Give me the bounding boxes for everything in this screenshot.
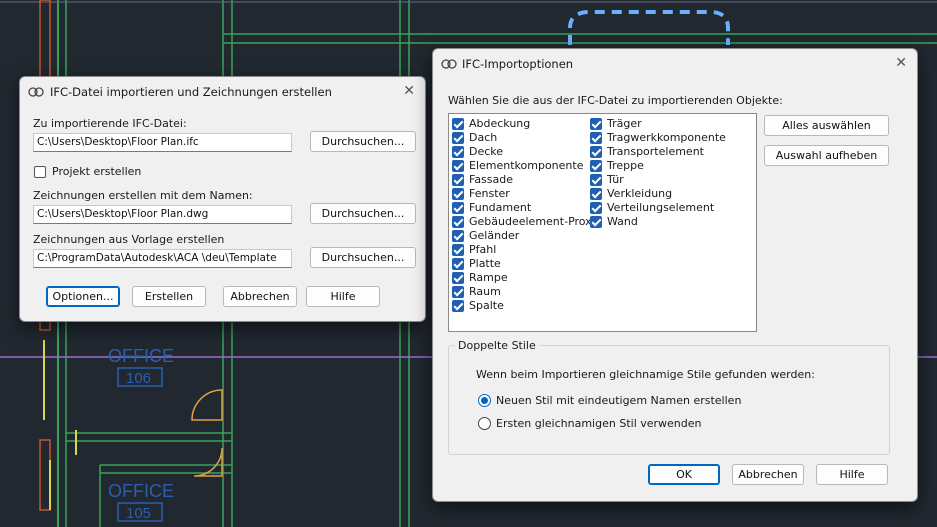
object-label: Gebäudeelement-Proxy	[469, 215, 599, 228]
object-label: Platte	[469, 257, 501, 270]
ifc-options-dialog: IFC-Importoptionen ✕ Wählen Sie die aus …	[432, 48, 918, 502]
object-label: Verkleidung	[607, 187, 673, 200]
ok-button[interactable]: OK	[648, 464, 720, 485]
object-checkbox[interactable]	[590, 216, 602, 228]
object-label: Abdeckung	[469, 117, 531, 130]
close-icon[interactable]: ✕	[895, 56, 907, 70]
object-checkbox[interactable]	[452, 202, 464, 214]
ifc-file-label: Zu importierende IFC-Datei:	[33, 117, 187, 130]
duplicate-styles-title: Doppelte Stile	[455, 339, 539, 352]
cancel-button[interactable]: Abbrechen	[223, 286, 297, 307]
room-label-105-number: 105	[126, 505, 151, 522]
object-label: Geländer	[469, 229, 520, 242]
object-label: Decke	[469, 145, 504, 158]
object-checkbox[interactable]	[590, 202, 602, 214]
import-dialog-title: IFC-Datei importieren und Zeichnungen er…	[50, 85, 332, 99]
object-checkbox[interactable]	[452, 160, 464, 172]
cancel-button[interactable]: Abbrechen	[732, 464, 804, 485]
close-icon[interactable]: ✕	[403, 84, 415, 98]
objects-instruction: Wählen Sie die aus der IFC-Datei zu impo…	[448, 94, 783, 107]
object-checkbox[interactable]	[452, 300, 464, 312]
room-label-106-name: OFFICE	[108, 346, 174, 366]
object-label: Fassade	[469, 173, 514, 186]
object-label: Fundament	[469, 201, 532, 214]
object-checkbox[interactable]	[452, 244, 464, 256]
select-all-button[interactable]: Alles auswählen	[764, 115, 889, 136]
options-dialog-titlebar[interactable]: IFC-Importoptionen ✕	[433, 49, 917, 79]
browse-ifc-button[interactable]: Durchsuchen...	[310, 131, 416, 152]
object-checkbox[interactable]	[452, 132, 464, 144]
options-dialog-title: IFC-Importoptionen	[462, 57, 574, 71]
object-checkbox[interactable]	[452, 118, 464, 130]
drawing-name-input[interactable]: C:\Users\Desktop\Floor Plan.dwg	[33, 205, 292, 224]
object-checkbox[interactable]	[590, 188, 602, 200]
object-label: Spalte	[469, 299, 504, 312]
object-checkbox[interactable]	[452, 188, 464, 200]
object-label: Wand	[607, 215, 638, 228]
object-label: Tragwerkkomponente	[607, 131, 726, 144]
object-label: Dach	[469, 131, 498, 144]
template-label: Zeichnungen aus Vorlage erstellen	[33, 233, 225, 246]
object-checkbox[interactable]	[452, 258, 464, 270]
object-label: Treppe	[607, 159, 644, 172]
object-label: Tür	[607, 173, 624, 186]
autocad-app-icon	[441, 59, 457, 69]
template-input[interactable]: C:\ProgramData\Autodesk\ACA \deu\Templat…	[33, 249, 292, 268]
object-checkbox[interactable]	[590, 146, 602, 158]
options-button[interactable]: Optionen...	[46, 286, 120, 307]
help-button[interactable]: Hilfe	[816, 464, 888, 485]
help-button[interactable]: Hilfe	[306, 286, 380, 307]
object-checkbox[interactable]	[452, 216, 464, 228]
object-checkbox[interactable]	[452, 286, 464, 298]
radio-new-style[interactable]	[478, 394, 491, 407]
drawing-name-label: Zeichnungen erstellen mit dem Namen:	[33, 189, 253, 202]
object-checkbox[interactable]	[452, 230, 464, 242]
object-label: Elementkomponente	[469, 159, 584, 172]
ifc-objects-list[interactable]: Abdeckung Dach Decke Elementkomponente Fassa…	[448, 113, 757, 332]
object-label: Verteilungselement	[607, 201, 715, 214]
browse-drawing-button[interactable]: Durchsuchen...	[310, 203, 416, 224]
object-label: Rampe	[469, 271, 508, 284]
create-project-checkbox[interactable]	[34, 166, 46, 178]
deselect-button[interactable]: Auswahl aufheben	[764, 145, 889, 166]
browse-template-button[interactable]: Durchsuchen...	[310, 247, 416, 268]
object-label: Transportelement	[607, 145, 704, 158]
duplicate-styles-question: Wenn beim Importieren gleichnamige Stile…	[476, 368, 815, 381]
autocad-app-icon	[28, 87, 44, 97]
create-button[interactable]: Erstellen	[132, 286, 206, 307]
room-label-105-name: OFFICE	[108, 481, 174, 501]
object-checkbox[interactable]	[590, 174, 602, 186]
object-label: Träger	[607, 117, 642, 130]
object-checkbox[interactable]	[452, 174, 464, 186]
radio-new-style-label: Neuen Stil mit eindeutigem Namen erstell…	[496, 394, 742, 407]
ifc-import-dialog: IFC-Datei importieren und Zeichnungen er…	[19, 76, 426, 322]
create-project-label: Projekt erstellen	[52, 165, 142, 178]
radio-first-style[interactable]	[478, 417, 491, 430]
object-checkbox[interactable]	[590, 160, 602, 172]
object-checkbox[interactable]	[452, 272, 464, 284]
object-label: Fenster	[469, 187, 510, 200]
object-label: Raum	[469, 285, 501, 298]
object-label: Pfahl	[469, 243, 497, 256]
object-checkbox[interactable]	[590, 118, 602, 130]
room-label-106-number: 106	[126, 370, 151, 387]
radio-first-style-label: Ersten gleichnamigen Stil verwenden	[496, 417, 702, 430]
ifc-file-input[interactable]: C:\Users\Desktop\Floor Plan.ifc	[33, 133, 292, 152]
import-dialog-titlebar[interactable]: IFC-Datei importieren und Zeichnungen er…	[20, 77, 425, 107]
object-checkbox[interactable]	[590, 132, 602, 144]
object-checkbox[interactable]	[452, 146, 464, 158]
